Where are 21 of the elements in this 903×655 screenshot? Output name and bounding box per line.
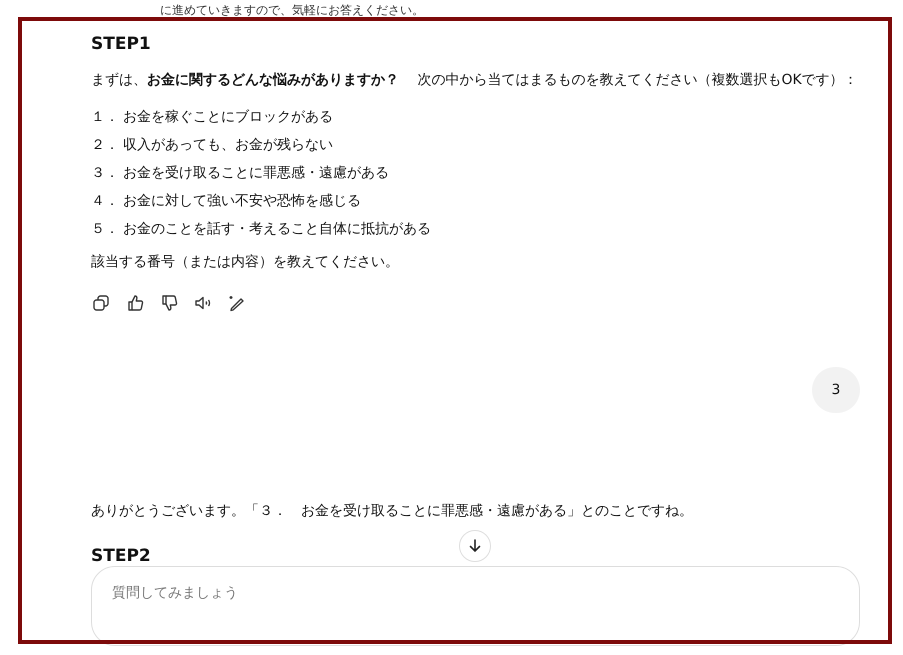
option-number: ４． [91, 192, 115, 211]
option-number: ５． [91, 220, 115, 239]
option-text: お金を受け取ることに罪悪感・遠慮がある [123, 164, 389, 183]
message-text: 該当する番号（または内容）を教えてください。 [91, 253, 400, 272]
step-heading: STEP1 [91, 33, 152, 55]
option-text: 収入があっても、お金が残らない [123, 136, 333, 155]
copy-icon[interactable] [91, 293, 111, 313]
option-text: お金のことを話す・考えること自体に抵抗がある [123, 220, 431, 239]
arrow-down-icon [467, 538, 483, 554]
user-message-bubble: 3 [812, 367, 860, 413]
option-number: １． [91, 108, 115, 127]
option-text: お金を稼ぐことにブロックがある [123, 108, 333, 127]
question-text: まずは、お金に関するどんな悩みがありますか？ 次の中から当てはまるものを教えてください（複数選択もOKです）： [91, 71, 859, 90]
step-heading: STEP2 [91, 545, 151, 567]
option-number: ２． [91, 136, 115, 155]
message-text: に進めていきますので、気軽にお答えください。 [160, 3, 424, 18]
message-input-field[interactable]: 質問してみましょう [91, 566, 860, 646]
option-text: お金に対して強い不安や恐怖を感じる [123, 192, 361, 211]
message-text: ありがとうございます。「３． お金を受け取ることに罪悪感・遠慮がある」とのことですね。 [91, 502, 694, 521]
scroll-down-button[interactable] [459, 530, 491, 562]
option-number: ３． [91, 164, 115, 183]
